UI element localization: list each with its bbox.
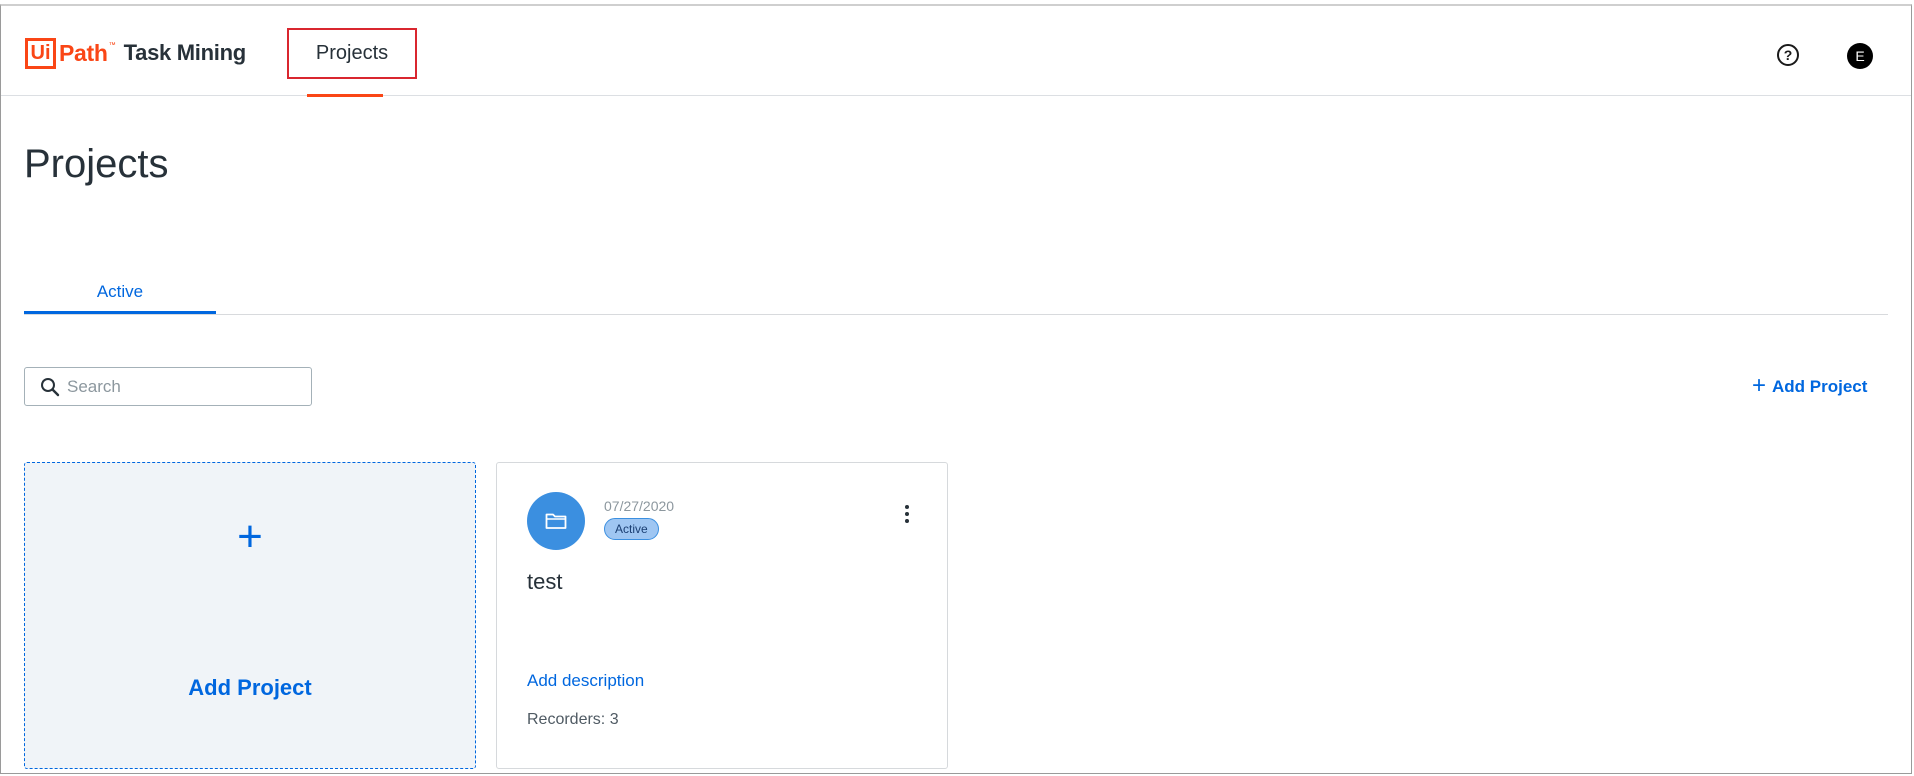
add-project-button[interactable]: + Add Project: [1752, 374, 1867, 400]
page-title: Projects: [24, 142, 169, 186]
nav-projects-tab[interactable]: Projects: [287, 28, 417, 79]
add-project-label: Add Project: [1772, 377, 1868, 396]
nav-active-indicator: [307, 94, 383, 97]
project-date: 07/27/2020: [604, 498, 675, 514]
project-card[interactable]: 07/27/2020 Active test Add description R…: [496, 462, 948, 769]
add-project-card-label: Add Project: [188, 675, 312, 700]
help-icon[interactable]: ?: [1777, 44, 1799, 66]
logo-trademark: ™: [108, 41, 116, 49]
recorders-count: Recorders: 3: [527, 711, 619, 728]
project-name[interactable]: test: [527, 569, 562, 595]
logo-ui-mark: Ui: [25, 37, 56, 69]
add-project-card[interactable]: + Add Project: [24, 462, 476, 769]
tab-active[interactable]: Active: [24, 272, 216, 314]
logo-product-name: Task Mining: [123, 40, 247, 65]
search-input[interactable]: [67, 376, 297, 397]
search-icon: [39, 376, 61, 398]
tabs-divider: [24, 314, 1888, 315]
user-avatar[interactable]: E: [1847, 43, 1873, 69]
more-options-icon[interactable]: [897, 501, 917, 527]
plus-icon: +: [237, 512, 263, 561]
add-description-link[interactable]: Add description: [527, 671, 644, 691]
uipath-logo[interactable]: Ui Path ™ Task Mining: [25, 36, 246, 70]
top-header: Ui Path ™ Task Mining Projects ? E: [1, 6, 1911, 97]
plus-icon: +: [1752, 372, 1767, 399]
search-field[interactable]: [24, 367, 312, 406]
logo-path-text: Path: [59, 39, 108, 66]
status-badge: Active: [604, 518, 659, 540]
folder-icon: [527, 492, 585, 550]
